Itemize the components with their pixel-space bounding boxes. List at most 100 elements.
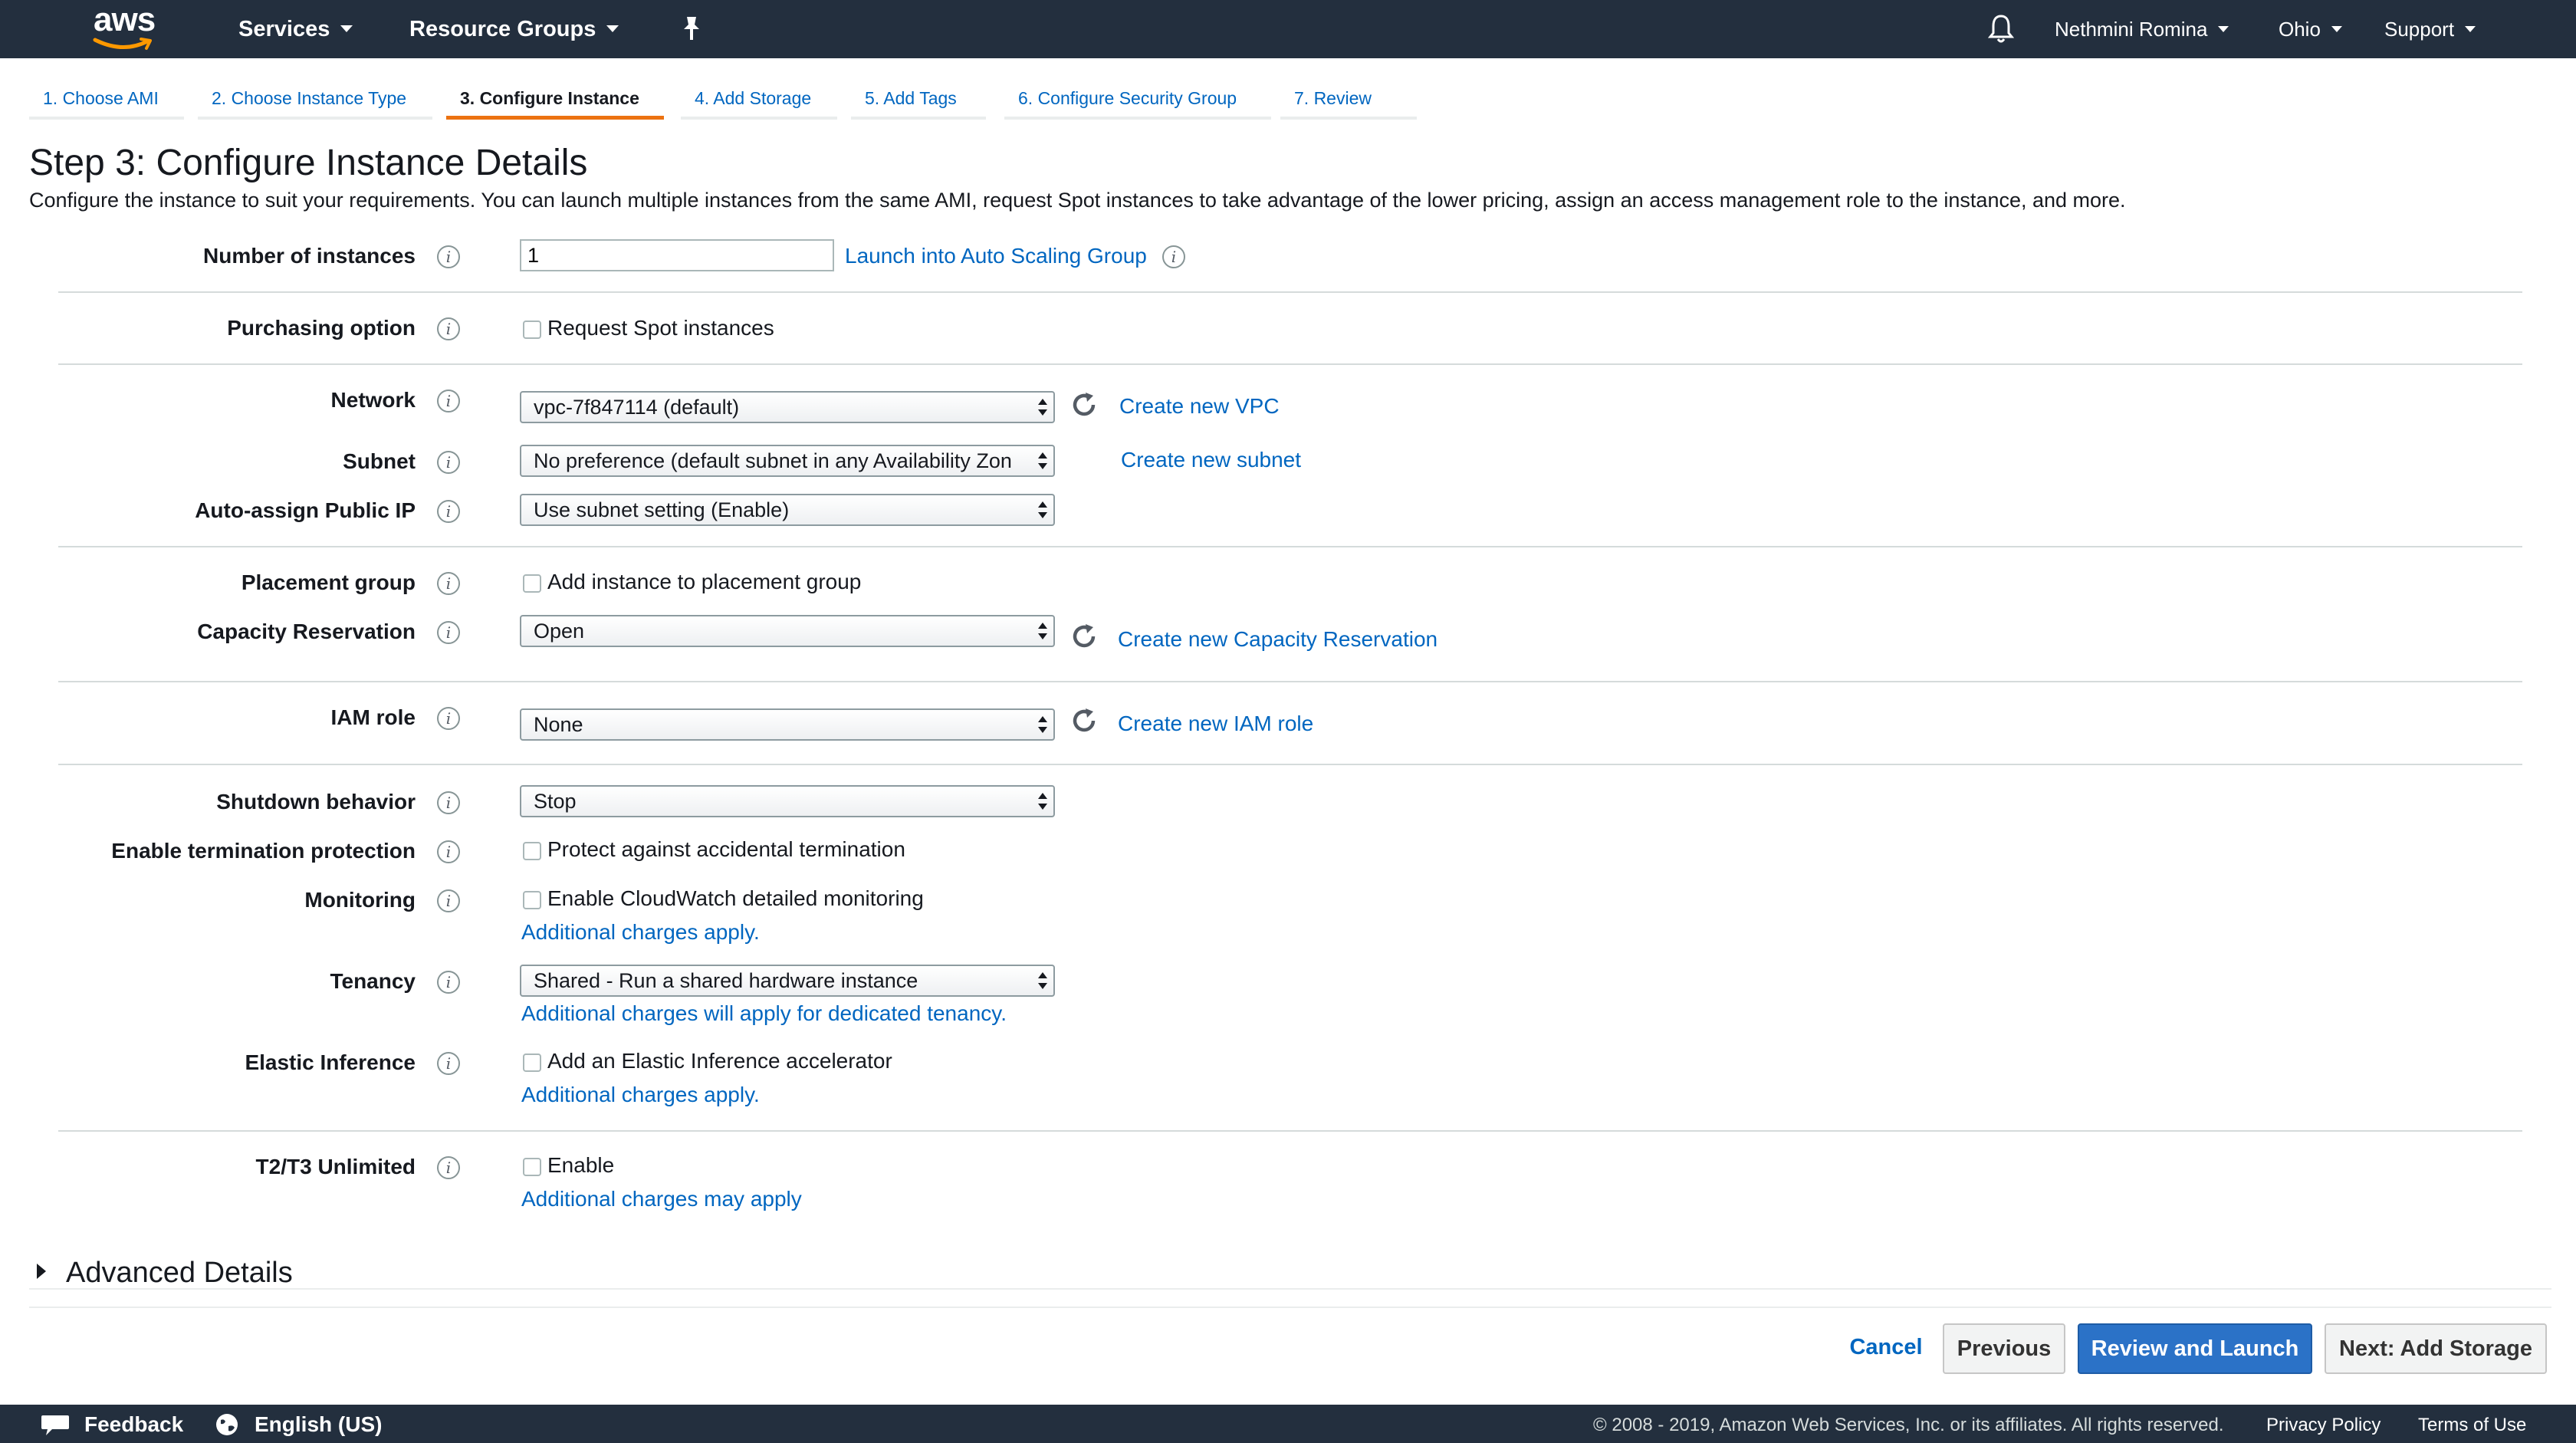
network-select[interactable]: vpc-7f847114 (default) xyxy=(520,391,1055,423)
auto-assign-ip-value: Use subnet setting (Enable) xyxy=(534,498,790,521)
page-description: Configure the instance to suit your requ… xyxy=(29,189,2126,212)
review-and-launch-button[interactable]: Review and Launch xyxy=(2078,1323,2312,1374)
notifications-bell-icon[interactable] xyxy=(1987,12,2015,44)
refresh-icon[interactable] xyxy=(1069,705,1099,736)
shutdown-behavior-select[interactable]: Stop xyxy=(520,785,1055,817)
aws-logo[interactable]: aws xyxy=(89,3,163,54)
services-menu[interactable]: Services xyxy=(238,14,353,44)
create-new-vpc-link[interactable]: Create new VPC xyxy=(1119,393,1280,420)
privacy-policy-link[interactable]: Privacy Policy xyxy=(2266,1414,2380,1437)
wizard-tab-choose-instance-type[interactable]: 2. Choose Instance Type xyxy=(198,80,432,120)
refresh-icon[interactable] xyxy=(1069,621,1099,652)
tenancy-charges-link[interactable]: Additional charges will apply for dedica… xyxy=(521,1000,1007,1027)
info-icon[interactable]: i xyxy=(437,451,460,474)
info-icon[interactable]: i xyxy=(437,572,460,595)
create-new-subnet-link[interactable]: Create new subnet xyxy=(1121,446,1301,474)
subnet-select[interactable]: No preference (default subnet in any Ava… xyxy=(520,445,1055,477)
info-icon[interactable]: i xyxy=(1162,245,1185,268)
termination-protection-checkbox[interactable] xyxy=(523,842,541,860)
info-icon[interactable]: i xyxy=(437,840,460,863)
label-elastic-inference: Elastic Inference xyxy=(245,1050,416,1074)
section-divider xyxy=(58,546,2522,547)
copyright-text: © 2008 - 2019, Amazon Web Services, Inc.… xyxy=(1593,1415,2224,1435)
region-menu[interactable]: Ohio xyxy=(2279,15,2342,43)
label-tenancy: Tenancy xyxy=(330,969,416,993)
account-menu[interactable]: Nethmini Romina xyxy=(2055,15,2229,43)
info-icon[interactable]: i xyxy=(437,889,460,912)
support-label: Support xyxy=(2384,18,2455,41)
caret-right-icon xyxy=(37,1264,46,1279)
cancel-button[interactable]: Cancel xyxy=(1840,1323,1932,1374)
iam-role-select[interactable]: None xyxy=(520,708,1055,741)
elastic-inference-checkbox-label[interactable]: Add an Elastic Inference accelerator xyxy=(547,1047,892,1075)
account-name: Nethmini Romina xyxy=(2055,18,2208,41)
top-navigation-bar: aws Services Resource Groups Nethmini Ro… xyxy=(0,0,2576,58)
region-name: Ohio xyxy=(2279,18,2321,41)
resource-groups-label: Resource Groups xyxy=(409,17,596,41)
chevron-down-icon xyxy=(2331,26,2342,33)
info-icon[interactable]: i xyxy=(437,621,460,644)
label-placement-group: Placement group xyxy=(241,570,416,594)
t2t3-unlimited-checkbox[interactable] xyxy=(523,1158,541,1176)
launch-auto-scaling-link[interactable]: Launch into Auto Scaling Group xyxy=(845,242,1147,270)
aws-smile-icon xyxy=(93,38,152,50)
select-arrows-icon xyxy=(1038,500,1047,520)
wizard-tab-choose-ami[interactable]: 1. Choose AMI xyxy=(29,80,184,120)
footer-bar: Feedback English (US) © 2008 - 2019, Ama… xyxy=(0,1405,2576,1443)
section-divider xyxy=(58,1130,2522,1132)
termination-protection-checkbox-label[interactable]: Protect against accidental termination xyxy=(547,836,905,863)
info-icon[interactable]: i xyxy=(437,971,460,994)
info-icon[interactable]: i xyxy=(437,791,460,814)
label-iam-role: IAM role xyxy=(330,705,416,729)
subnet-select-value: No preference (default subnet in any Ava… xyxy=(534,449,1012,472)
wizard-tab-review[interactable]: 7. Review xyxy=(1280,80,1417,120)
capacity-reservation-value: Open xyxy=(534,620,585,643)
monitoring-checkbox-label[interactable]: Enable CloudWatch detailed monitoring xyxy=(547,885,924,912)
create-iam-role-link[interactable]: Create new IAM role xyxy=(1118,710,1313,738)
monitoring-checkbox[interactable] xyxy=(523,891,541,909)
info-icon[interactable]: i xyxy=(437,707,460,730)
placement-group-checkbox-label[interactable]: Add instance to placement group xyxy=(547,568,861,596)
info-icon[interactable]: i xyxy=(437,1052,460,1075)
tenancy-select[interactable]: Shared - Run a shared hardware instance xyxy=(520,965,1055,997)
resource-groups-menu[interactable]: Resource Groups xyxy=(409,14,619,44)
services-label: Services xyxy=(238,17,330,41)
elastic-inference-charges-link[interactable]: Additional charges apply. xyxy=(521,1081,760,1109)
label-number-of-instances: Number of instances xyxy=(203,244,416,268)
feedback-link[interactable]: Feedback xyxy=(84,1411,183,1438)
info-icon[interactable]: i xyxy=(437,1156,460,1179)
t2t3-unlimited-checkbox-label[interactable]: Enable xyxy=(547,1152,614,1179)
placement-group-checkbox[interactable] xyxy=(523,574,541,593)
elastic-inference-checkbox[interactable] xyxy=(523,1053,541,1072)
globe-icon xyxy=(215,1412,239,1437)
label-shutdown-behavior: Shutdown behavior xyxy=(216,790,416,814)
pin-icon[interactable] xyxy=(678,14,705,44)
info-icon[interactable]: i xyxy=(437,245,460,268)
wizard-tab-configure-instance[interactable]: 3. Configure Instance xyxy=(446,80,664,120)
request-spot-checkbox[interactable] xyxy=(523,320,541,339)
section-divider xyxy=(58,291,2522,293)
refresh-icon[interactable] xyxy=(1069,390,1099,420)
auto-assign-ip-select[interactable]: Use subnet setting (Enable) xyxy=(520,494,1055,526)
section-divider xyxy=(58,363,2522,365)
wizard-tab-configure-security-group[interactable]: 6. Configure Security Group xyxy=(1004,80,1271,120)
section-divider xyxy=(58,681,2522,682)
select-arrows-icon xyxy=(1038,621,1047,641)
request-spot-label[interactable]: Request Spot instances xyxy=(547,314,774,342)
create-capacity-reservation-link[interactable]: Create new Capacity Reservation xyxy=(1118,626,1438,653)
info-icon[interactable]: i xyxy=(437,500,460,523)
capacity-reservation-select[interactable]: Open xyxy=(520,615,1055,647)
support-menu[interactable]: Support xyxy=(2384,15,2476,43)
info-icon[interactable]: i xyxy=(437,317,460,340)
wizard-tab-add-storage[interactable]: 4. Add Storage xyxy=(681,80,837,120)
next-add-storage-button[interactable]: Next: Add Storage xyxy=(2325,1323,2547,1374)
monitoring-charges-link[interactable]: Additional charges apply. xyxy=(521,919,760,946)
language-selector[interactable]: English (US) xyxy=(255,1411,382,1438)
t2t3-charges-link[interactable]: Additional charges may apply xyxy=(521,1185,802,1213)
previous-button[interactable]: Previous xyxy=(1943,1323,2065,1374)
terms-of-use-link[interactable]: Terms of Use xyxy=(2418,1414,2526,1437)
wizard-tab-add-tags[interactable]: 5. Add Tags xyxy=(851,80,986,120)
number-of-instances-input[interactable] xyxy=(520,239,834,271)
info-icon[interactable]: i xyxy=(437,390,460,413)
advanced-details-toggle[interactable]: Advanced Details xyxy=(37,1254,293,1291)
